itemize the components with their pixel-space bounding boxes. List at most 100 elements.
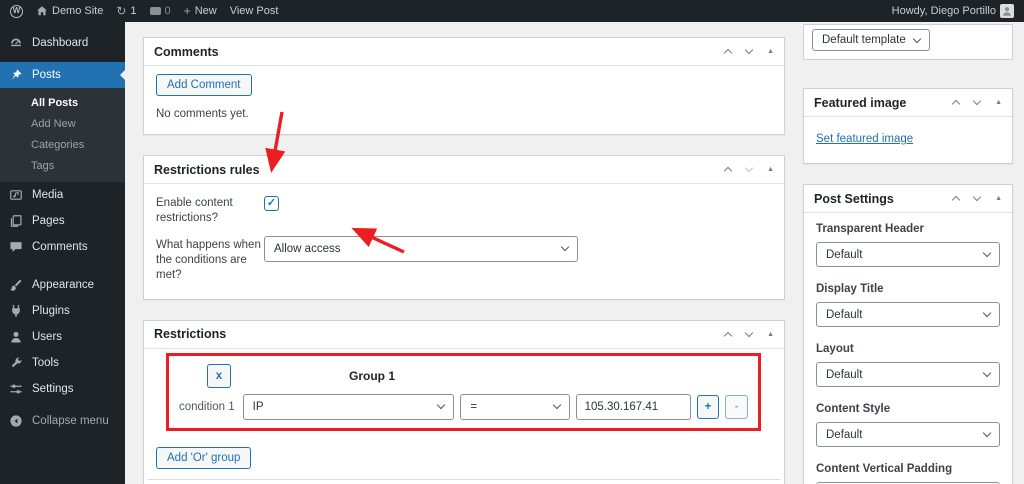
field-label: Layout bbox=[816, 343, 854, 355]
sidebar-item-dashboard[interactable]: Dashboard bbox=[0, 30, 125, 56]
move-up-icon[interactable] bbox=[951, 195, 961, 205]
submenu-item-add-new[interactable]: Add New bbox=[0, 113, 125, 134]
add-or-group-button[interactable]: Add 'Or' group bbox=[156, 446, 252, 469]
plus-icon: + bbox=[183, 4, 191, 18]
sidebar-label: Pages bbox=[32, 215, 65, 227]
sidebar-label: Plugins bbox=[32, 305, 70, 317]
settings-sliders-icon bbox=[9, 382, 23, 396]
comments-metabox: Comments ▲ Add Comment No comments yet. bbox=[143, 37, 785, 135]
group-title: Group 1 bbox=[349, 368, 396, 383]
submenu-item-tags[interactable]: Tags bbox=[0, 155, 125, 176]
condition-operator-select[interactable]: = bbox=[460, 393, 570, 420]
move-down-icon[interactable] bbox=[972, 96, 982, 106]
account-menu[interactable]: Howdy, Diego Portillo bbox=[892, 4, 1014, 18]
collapse-menu-button[interactable]: Collapse menu bbox=[0, 408, 125, 434]
collapse-toggle-icon[interactable]: ▲ bbox=[767, 48, 774, 55]
sidebar-label: Comments bbox=[32, 241, 88, 253]
pushpin-icon bbox=[9, 68, 23, 82]
move-down-icon[interactable] bbox=[744, 45, 754, 55]
metabox-title: Post Settings bbox=[814, 191, 894, 206]
wordpress-logo-icon bbox=[10, 4, 23, 18]
howdy-label: Howdy, Diego Portillo bbox=[891, 5, 996, 17]
divider bbox=[148, 478, 780, 480]
admin-bar: Demo Site ↻ 1 0 + New View Post Howdy, D… bbox=[0, 0, 1024, 22]
new-content-button[interactable]: + New bbox=[184, 5, 217, 17]
restrictions-rules-metabox: Restrictions rules ▲ Enable content rest… bbox=[143, 155, 785, 300]
add-condition-button[interactable]: + bbox=[696, 394, 720, 419]
wordpress-admin-page: Demo Site ↻ 1 0 + New View Post Howdy, D… bbox=[0, 0, 1024, 484]
move-down-icon[interactable] bbox=[972, 192, 982, 202]
remove-condition-button[interactable]: - bbox=[725, 394, 748, 419]
side-column: Default template Featured image ▲ Set fe… bbox=[803, 22, 1013, 484]
sidebar-item-posts[interactable]: Posts bbox=[0, 62, 125, 88]
conditions-action-select[interactable]: Allow access bbox=[264, 235, 578, 262]
sidebar-item-media[interactable]: Media bbox=[0, 182, 125, 208]
view-post-label: View Post bbox=[229, 5, 279, 17]
chevron-down-icon bbox=[982, 308, 992, 318]
set-featured-image-link[interactable]: Set featured image bbox=[816, 133, 913, 145]
metabox-title: Restrictions rules bbox=[154, 162, 260, 177]
field-label: Display Title bbox=[816, 283, 884, 295]
layout-select[interactable]: Default bbox=[816, 362, 1000, 387]
annotation-highlight-rectangle: x Group 1 condition 1 IP = 105.30.167.41… bbox=[166, 352, 761, 431]
collapse-toggle-icon[interactable]: ▲ bbox=[767, 331, 774, 338]
comment-bubble-icon bbox=[149, 7, 161, 15]
move-up-icon[interactable] bbox=[951, 99, 961, 109]
move-up-icon[interactable] bbox=[723, 48, 733, 58]
chevron-down-icon bbox=[437, 400, 446, 410]
transparent-header-select[interactable]: Default bbox=[816, 242, 1000, 267]
conditions-action-label: What happens when the conditions are met… bbox=[156, 238, 261, 281]
sidebar-item-tools[interactable]: Tools bbox=[0, 350, 125, 376]
enable-restrictions-checkbox[interactable] bbox=[264, 196, 279, 211]
sidebar-item-users[interactable]: Users bbox=[0, 324, 125, 350]
update-icon: ↻ bbox=[116, 4, 127, 18]
sidebar-item-comments[interactable]: Comments bbox=[0, 234, 125, 260]
chevron-down-icon bbox=[560, 243, 570, 252]
chevron-down-icon bbox=[982, 248, 992, 258]
collapse-toggle-icon[interactable]: ▲ bbox=[995, 99, 1002, 106]
move-up-icon[interactable] bbox=[723, 166, 733, 176]
content-area: Comments ▲ Add Comment No comments yet. … bbox=[125, 22, 1024, 484]
sidebar-item-plugins[interactable]: Plugins bbox=[0, 298, 125, 324]
sidebar-item-pages[interactable]: Pages bbox=[0, 208, 125, 234]
submenu-item-all-posts[interactable]: All Posts bbox=[0, 92, 125, 113]
view-post-link[interactable]: View Post bbox=[230, 5, 279, 17]
collapse-toggle-icon[interactable]: ▲ bbox=[995, 195, 1002, 202]
metabox-header: Restrictions rules ▲ bbox=[144, 156, 784, 184]
sidebar-item-appearance[interactable]: Appearance bbox=[0, 272, 125, 298]
comments-icon bbox=[9, 240, 23, 254]
field-label: Transparent Header bbox=[816, 223, 925, 235]
content-style-select[interactable]: Default bbox=[816, 422, 1000, 447]
sidebar-item-settings[interactable]: Settings bbox=[0, 376, 125, 402]
submenu-item-categories[interactable]: Categories bbox=[0, 134, 125, 155]
site-name-link[interactable]: Demo Site bbox=[36, 5, 103, 17]
field-label: Content Vertical Padding bbox=[816, 463, 953, 475]
display-title-select[interactable]: Default bbox=[816, 302, 1000, 327]
wp-logo-button[interactable] bbox=[10, 4, 23, 18]
condition-value-input[interactable] bbox=[575, 393, 691, 420]
chevron-down-icon bbox=[912, 34, 922, 43]
updates-link[interactable]: ↻ 1 bbox=[116, 5, 136, 17]
collapse-toggle-icon[interactable]: ▲ bbox=[767, 166, 774, 173]
template-select[interactable]: Default template bbox=[812, 29, 930, 51]
comments-link[interactable]: 0 bbox=[149, 5, 171, 17]
no-comments-text: No comments yet. bbox=[156, 108, 249, 120]
remove-group-button[interactable]: x bbox=[207, 363, 231, 388]
move-up-icon[interactable] bbox=[723, 331, 733, 340]
template-panel: Default template bbox=[803, 24, 1013, 60]
condition-type-select[interactable]: IP bbox=[242, 393, 455, 420]
main-column: Comments ▲ Add Comment No comments yet. … bbox=[143, 22, 785, 484]
move-down-icon[interactable] bbox=[744, 163, 754, 173]
featured-image-metabox: Featured image ▲ Set featured image bbox=[803, 88, 1013, 164]
collapse-arrow-icon bbox=[9, 414, 23, 428]
chevron-down-icon bbox=[552, 400, 561, 410]
media-icon bbox=[9, 188, 23, 202]
sidebar-label: Collapse menu bbox=[32, 415, 109, 427]
add-comment-button[interactable]: Add Comment bbox=[156, 74, 252, 96]
metabox-header: Comments ▲ bbox=[144, 38, 784, 66]
field-label: Content Style bbox=[816, 403, 891, 415]
admin-menu: Dashboard Posts All Posts Add New Catego… bbox=[0, 22, 125, 484]
sidebar-label: Tools bbox=[32, 357, 59, 369]
metabox-title: Restrictions bbox=[154, 327, 227, 342]
move-down-icon[interactable] bbox=[744, 328, 754, 337]
